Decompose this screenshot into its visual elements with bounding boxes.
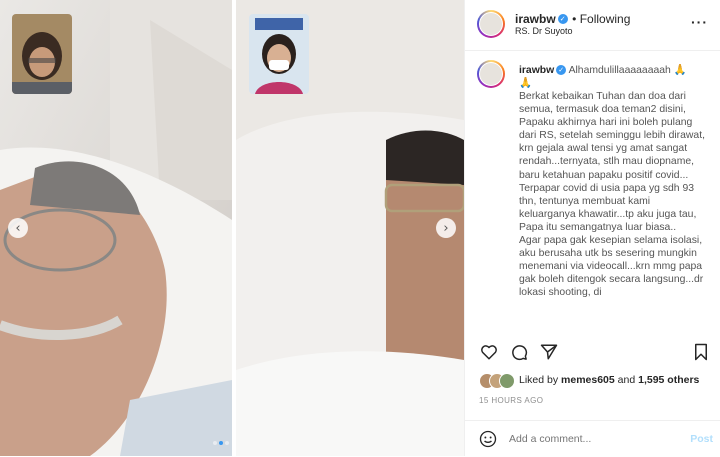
caption-area: irawbw ✓ Alhamdulillaaaaaaaah 🙏 🙏 Berkat … <box>477 60 715 330</box>
share-icon[interactable] <box>539 342 559 362</box>
likes-prefix: Liked by <box>519 374 562 386</box>
post-header: irawbw ✓ • Following RS. Dr Suyoto ··· <box>465 0 720 51</box>
more-options-icon[interactable]: ··· <box>691 14 708 30</box>
self-view-image <box>12 14 72 94</box>
carousel-dots <box>200 432 240 450</box>
verified-badge-icon: ✓ <box>557 13 568 24</box>
caption-body: Berkat kebaikan Tuhan dan doa dari semua… <box>519 91 705 299</box>
separator-dot: • <box>572 12 580 26</box>
comment-icon[interactable] <box>509 342 529 362</box>
bookmark-icon[interactable] <box>691 342 711 362</box>
likes-user-link[interactable]: memes605 <box>561 374 615 386</box>
remote-view-image <box>249 14 309 94</box>
likes-and: and <box>614 374 639 386</box>
author-avatar[interactable] <box>477 10 505 38</box>
liker-avatar <box>499 373 515 389</box>
post-media-right: › <box>236 0 464 456</box>
heart-icon[interactable] <box>479 342 499 362</box>
chevron-right-icon[interactable]: › <box>436 218 456 238</box>
self-view-pip <box>12 14 72 94</box>
remote-view-pip <box>249 14 309 94</box>
post-media-left: ‹ <box>0 0 232 456</box>
caption-author-avatar[interactable] <box>477 60 505 88</box>
chevron-left-icon[interactable]: ‹ <box>8 218 28 238</box>
location-link[interactable]: RS. Dr Suyoto <box>515 26 573 36</box>
caption-second-line: 🙏 <box>519 78 532 90</box>
post-comment-button[interactable]: Post <box>690 433 713 445</box>
emoji-icon[interactable] <box>479 430 497 453</box>
carousel-dot <box>225 441 229 445</box>
comment-bar: Post <box>465 420 720 457</box>
verified-badge-icon: ✓ <box>556 65 567 76</box>
following-button[interactable]: Following <box>580 12 631 26</box>
action-bar <box>479 342 711 362</box>
comment-input[interactable] <box>509 430 669 448</box>
carousel-dot <box>213 441 217 445</box>
post-detail-panel: irawbw ✓ • Following RS. Dr Suyoto ··· ir… <box>464 0 720 456</box>
author-username[interactable]: irawbw <box>515 12 556 26</box>
likes-others-link[interactable]: 1,595 others <box>638 374 699 386</box>
caption-username[interactable]: irawbw <box>519 65 554 76</box>
post-timestamp[interactable]: 15 HOURS AGO <box>479 396 543 405</box>
likes-text: Liked by memes605 and 1,595 others <box>519 374 699 386</box>
caption-first-line: Alhamdulillaaaaaaaah 🙏 <box>568 65 687 76</box>
caption-header: irawbw ✓ Alhamdulillaaaaaaaah 🙏 🙏 <box>519 64 709 90</box>
likes-row: Liked by memes605 and 1,595 others <box>479 373 719 389</box>
carousel-dot-active <box>219 441 223 445</box>
